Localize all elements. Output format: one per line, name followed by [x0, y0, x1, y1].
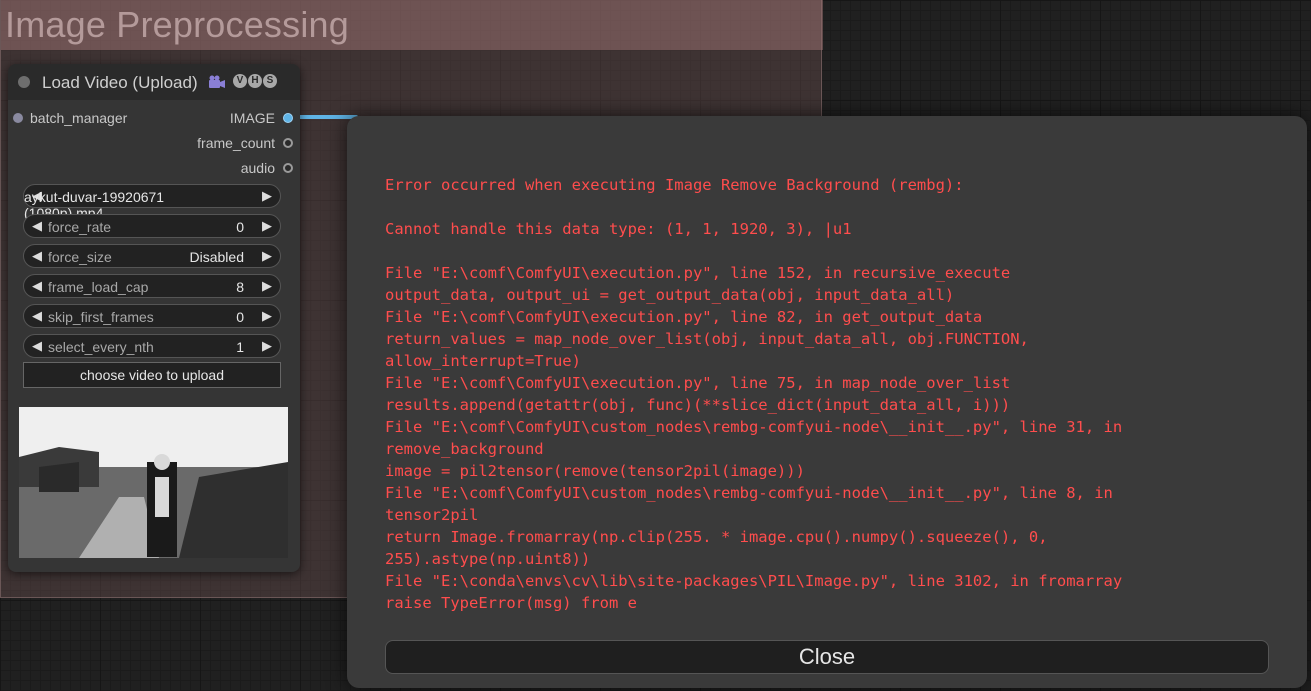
force-size-widget[interactable]: ◀ force_size Disabled ▶ — [23, 244, 281, 268]
traceback-line: return_values = map_node_over_list(obj, … — [385, 330, 1029, 348]
skip-first-frames-widget[interactable]: ◀ skip_first_frames 0 ▶ — [23, 304, 281, 328]
frame-load-cap-value: 8 — [236, 279, 244, 295]
frame-count-output-dot[interactable] — [283, 138, 293, 148]
traceback-line: 255).astype(np.uint8)) — [385, 550, 591, 568]
traceback-line: File "E:\comf\ComfyUI\execution.py", lin… — [385, 374, 1011, 392]
error-line: Cannot handle this data type: (1, 1, 192… — [385, 220, 852, 238]
traceback-line: File "E:\comf\ComfyUI\execution.py", lin… — [385, 264, 1011, 282]
vhs-badge-v: V — [233, 74, 247, 88]
batch-manager-input-dot[interactable] — [13, 113, 23, 123]
increment-arrow-icon[interactable]: ▶ — [262, 308, 272, 324]
audio-output-label: audio — [240, 160, 275, 176]
traceback-line: File "E:\comf\ComfyUI\custom_nodes\rembg… — [385, 418, 1123, 436]
traceback-line: File "E:\comf\ComfyUI\custom_nodes\rembg… — [385, 484, 1113, 502]
close-button[interactable]: Close — [385, 640, 1269, 674]
node-title: Load Video (Upload) — [42, 73, 226, 94]
decrement-arrow-icon[interactable]: ◀ — [32, 338, 42, 354]
force-size-value: Disabled — [189, 249, 244, 265]
right-arrow-icon[interactable]: ▶ — [262, 248, 272, 264]
preview-image — [19, 407, 288, 558]
node-title-bar[interactable]: Load Video (Upload) V H S — [8, 64, 300, 100]
error-line — [385, 240, 1285, 262]
increment-arrow-icon[interactable]: ▶ — [262, 278, 272, 294]
node-collapse-dot[interactable] — [18, 76, 30, 88]
traceback-line: tensor2pil — [385, 506, 479, 524]
traceback-line: allow_interrupt=True) — [385, 352, 581, 370]
group-header[interactable]: Image Preprocessing — [1, 0, 823, 50]
increment-arrow-icon[interactable]: ▶ — [262, 218, 272, 234]
frame-count-output-label: frame_count — [197, 135, 275, 151]
batch-manager-label: batch_manager — [30, 110, 128, 126]
group-title: Image Preprocessing — [5, 4, 349, 45]
traceback-line: File "E:\conda\envs\cv\lib\site-packages… — [385, 572, 1123, 590]
force-rate-label: force_rate — [48, 219, 112, 235]
vhs-badge-s: S — [263, 74, 277, 88]
load-video-node[interactable]: Load Video (Upload) V H S batch_manager … — [8, 64, 300, 572]
force-rate-value: 0 — [236, 219, 244, 235]
frame-load-cap-widget[interactable]: ◀ frame_load_cap 8 ▶ — [23, 274, 281, 298]
error-line: Error occurred when executing Image Remo… — [385, 176, 964, 194]
select-every-nth-value: 1 — [236, 339, 244, 355]
audio-output-dot[interactable] — [283, 163, 293, 173]
traceback-line: image = pil2tensor(remove(tensor2pil(ima… — [385, 462, 805, 480]
camera-icon — [208, 74, 226, 94]
left-arrow-icon[interactable]: ◀ — [32, 248, 42, 264]
decrement-arrow-icon[interactable]: ◀ — [32, 218, 42, 234]
decrement-arrow-icon[interactable]: ◀ — [32, 308, 42, 324]
force-rate-widget[interactable]: ◀ force_rate 0 ▶ — [23, 214, 281, 238]
node-title-label: Load Video (Upload) — [42, 73, 198, 92]
image-link-wire — [298, 115, 358, 119]
decrement-arrow-icon[interactable]: ◀ — [32, 278, 42, 294]
upload-video-button[interactable]: choose video to upload — [23, 362, 281, 388]
right-arrow-icon[interactable]: ▶ — [262, 188, 272, 204]
traceback-line: File "E:\comf\ComfyUI\execution.py", lin… — [385, 308, 983, 326]
vhs-badge-h: H — [248, 74, 262, 88]
increment-arrow-icon[interactable]: ▶ — [262, 338, 272, 354]
traceback-line: return Image.fromarray(np.clip(255. * im… — [385, 528, 1048, 546]
video-preview — [19, 407, 288, 558]
image-output-dot[interactable] — [283, 113, 293, 123]
force-size-label: force_size — [48, 249, 112, 265]
video-file-combo[interactable]: ◀ aykut-duvar-19920671 (1080p).mp4 ▶ — [23, 184, 281, 221]
traceback-line: remove_background — [385, 440, 544, 458]
select-every-nth-label: select_every_nth — [48, 339, 154, 355]
traceback-line: raise TypeError(msg) from e — [385, 594, 637, 612]
image-output-label: IMAGE — [229, 110, 275, 126]
skip-first-frames-value: 0 — [236, 309, 244, 325]
traceback-line: results.append(getattr(obj, func)(**slic… — [385, 396, 1011, 414]
traceback-line: output_data, output_ui = get_output_data… — [385, 286, 955, 304]
error-message: Error occurred when executing Image Remo… — [385, 174, 1285, 614]
skip-first-frames-label: skip_first_frames — [48, 309, 154, 325]
error-dialog[interactable]: Error occurred when executing Image Remo… — [347, 116, 1307, 688]
select-every-nth-widget[interactable]: ◀ select_every_nth 1 ▶ — [23, 334, 281, 358]
frame-load-cap-label: frame_load_cap — [48, 279, 149, 295]
error-line — [385, 196, 1285, 218]
